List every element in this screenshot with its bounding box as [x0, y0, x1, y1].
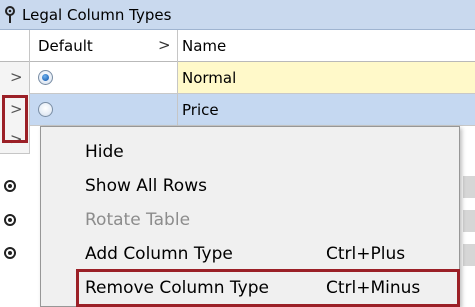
default-radio-button[interactable]	[38, 102, 53, 117]
table-row-selected[interactable]: > Price	[0, 94, 475, 126]
name-cell[interactable]: Price	[178, 94, 475, 125]
panel-title-bar: Legal Column Types	[0, 0, 475, 30]
name-cell-value: Normal	[182, 69, 237, 87]
table-row[interactable]: > Normal	[0, 62, 475, 94]
name-cell[interactable]: Normal	[178, 62, 475, 93]
target-icon	[4, 214, 16, 226]
table-header-row: Default > Name	[0, 30, 475, 62]
remove-item-highlight-box	[76, 269, 460, 307]
target-icon	[4, 247, 16, 259]
menu-item-show-all-rows[interactable]: Show All Rows	[41, 171, 461, 201]
header-corner-cell[interactable]	[0, 30, 30, 62]
menu-item-label: Rotate Table	[85, 210, 191, 230]
menu-item-label: Show All Rows	[85, 176, 207, 196]
menu-item-hide[interactable]: Hide	[41, 137, 461, 167]
menu-item-add-column-type[interactable]: Add Column Type Ctrl+Plus	[41, 239, 461, 269]
column-divider[interactable]	[177, 30, 178, 62]
name-cell-value: Price	[182, 101, 219, 119]
row-header-highlight-box	[2, 95, 28, 143]
column-header-default[interactable]: Default	[38, 37, 93, 55]
column-header-name[interactable]: Name	[182, 37, 226, 55]
chevron-right-icon[interactable]: >	[10, 68, 23, 86]
menu-item-label: Add Column Type	[85, 244, 233, 264]
background-cell	[463, 176, 475, 198]
background-cell	[463, 244, 475, 266]
background-cell	[463, 210, 475, 232]
target-icon	[4, 180, 16, 192]
pin-icon[interactable]	[4, 6, 16, 24]
column-expand-icon[interactable]: >	[158, 36, 171, 54]
menu-item-label: Hide	[85, 142, 124, 162]
panel-title: Legal Column Types	[22, 6, 172, 24]
menu-item-rotate-table: Rotate Table	[41, 205, 461, 235]
menu-item-shortcut: Ctrl+Plus	[326, 244, 406, 264]
default-radio-button[interactable]	[38, 70, 53, 85]
row-header[interactable]: >	[0, 62, 30, 94]
